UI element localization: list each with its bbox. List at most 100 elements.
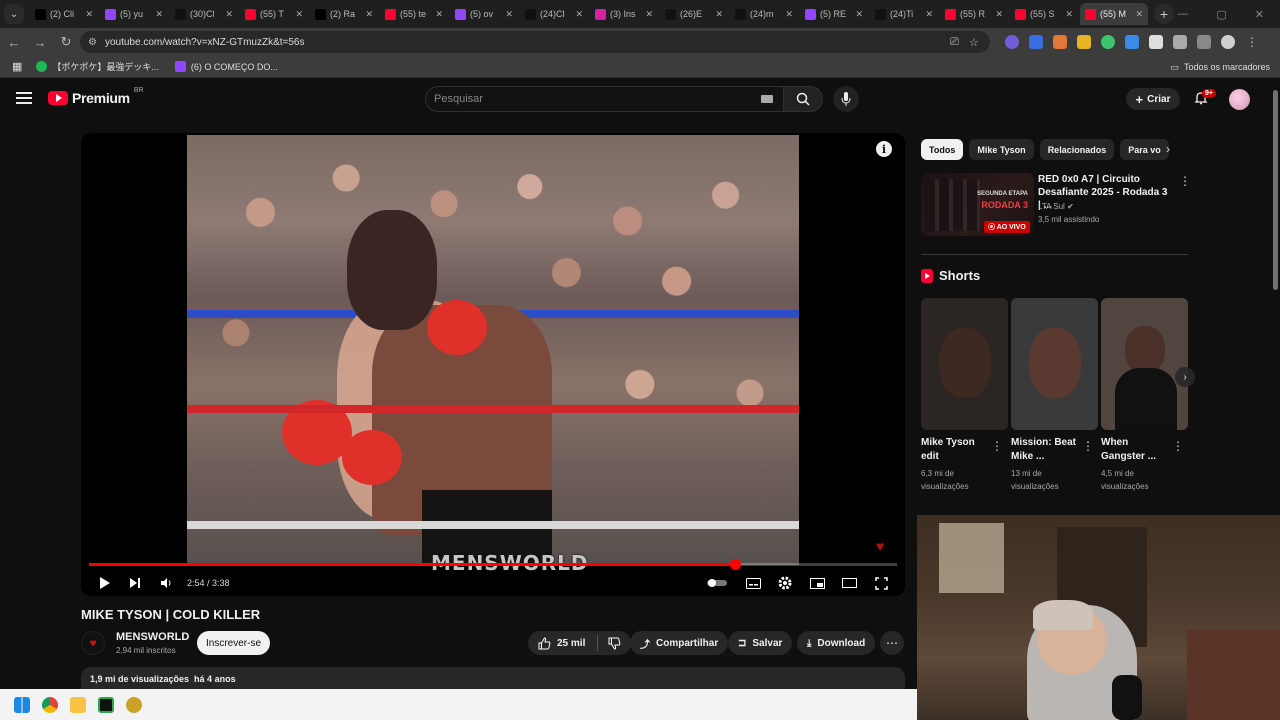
youtube-logo[interactable]: Premium BR — [48, 87, 144, 106]
recommended-menu-icon[interactable]: ⋮ — [1179, 174, 1191, 188]
install-app-icon[interactable]: ⎚ — [950, 36, 959, 49]
browser-tab[interactable]: (24)Ti ✕ — [870, 3, 938, 25]
thumbs-down-icon[interactable] — [608, 637, 621, 650]
maximize-icon[interactable]: ▢ — [1216, 8, 1226, 21]
tab-close-icon[interactable]: ✕ — [85, 9, 93, 20]
chip-mike-tyson[interactable]: Mike Tyson — [969, 139, 1034, 160]
browser-tab[interactable]: (55) R ✕ — [940, 3, 1008, 25]
browser-tab[interactable]: (5) yu ✕ — [100, 3, 168, 25]
shorts-next-icon[interactable]: › — [1175, 367, 1195, 387]
browser-tab[interactable]: (24)Cl ✕ — [520, 3, 588, 25]
play-icon[interactable] — [97, 574, 113, 592]
keyboard-icon[interactable] — [761, 95, 773, 103]
search-button[interactable] — [783, 86, 823, 112]
tab-close-icon[interactable]: ✕ — [645, 9, 653, 20]
voice-search-button[interactable] — [833, 86, 859, 112]
short-thumbnail[interactable] — [921, 298, 1008, 430]
tab-search-button[interactable]: ⌄ — [4, 4, 24, 24]
windows-start-icon[interactable] — [14, 696, 30, 713]
channel-watermark-icon[interactable]: ♥ — [876, 538, 884, 554]
browser-tab[interactable]: (2) Ra ✕ — [310, 3, 378, 25]
extension-icon[interactable] — [1125, 35, 1139, 49]
browser-tab[interactable]: (55) M ✕ — [1080, 3, 1148, 25]
browser-tab[interactable]: (55) T ✕ — [240, 3, 308, 25]
tab-close-icon[interactable]: ✕ — [855, 9, 863, 20]
info-icon[interactable]: i — [876, 141, 892, 157]
tab-close-icon[interactable]: ✕ — [1065, 9, 1073, 20]
theater-mode-icon[interactable] — [841, 574, 857, 592]
browser-tab[interactable]: (2) Cli ✕ — [30, 3, 98, 25]
browser-tab[interactable]: (24)m ✕ — [730, 3, 798, 25]
download-button[interactable]: ⤓ Download — [797, 631, 876, 655]
autoplay-toggle[interactable] — [707, 574, 729, 592]
share-button[interactable]: ⤴ Compartilhar — [630, 631, 729, 655]
hamburger-menu-icon[interactable] — [16, 92, 32, 104]
next-icon[interactable] — [127, 574, 143, 592]
browser-tab[interactable]: (5) ov ✕ — [450, 3, 518, 25]
tab-close-icon[interactable]: ✕ — [995, 9, 1003, 20]
site-info-icon[interactable]: ⚙ — [88, 37, 97, 48]
short-menu-icon[interactable]: ⋮ — [991, 439, 1003, 453]
short-menu-icon[interactable]: ⋮ — [1082, 439, 1094, 453]
file-explorer-icon[interactable] — [70, 696, 86, 713]
app-game-icon[interactable] — [126, 696, 142, 713]
forward-icon[interactable]: → — [28, 35, 52, 50]
browser-tab[interactable]: (3) Ins ✕ — [590, 3, 658, 25]
tab-close-icon[interactable]: ✕ — [365, 9, 373, 20]
apps-grid-icon[interactable]: ▦ — [12, 60, 22, 73]
tab-close-icon[interactable]: ✕ — [925, 9, 933, 20]
tab-close-icon[interactable]: ✕ — [505, 9, 513, 20]
browser-tab[interactable]: (5) RE ✕ — [800, 3, 868, 25]
extension-icon[interactable] — [1077, 35, 1091, 49]
user-avatar[interactable] — [1229, 89, 1250, 110]
chip-related[interactable]: Relacionados — [1039, 139, 1115, 160]
tab-close-icon[interactable]: ✕ — [435, 9, 443, 20]
menu-kebab-icon[interactable]: ⋮ — [1245, 35, 1259, 49]
short-thumbnail[interactable] — [1101, 298, 1188, 430]
extension-icon[interactable] — [1101, 35, 1115, 49]
settings-gear-icon[interactable] — [777, 574, 793, 592]
new-tab-button[interactable]: + — [1154, 4, 1174, 24]
subscribe-button[interactable]: Inscrever-se — [197, 631, 270, 655]
extension-icon[interactable] — [1053, 35, 1067, 49]
extension-icon[interactable] — [1005, 35, 1019, 49]
short-title[interactable]: Mike Tyson edit — [921, 436, 991, 464]
progress-bar[interactable] — [89, 559, 897, 570]
browser-tab[interactable]: (26)E ✕ — [660, 3, 728, 25]
minimize-icon[interactable]: — — [1177, 8, 1188, 20]
bookmark-item[interactable]: (6) O COMEÇO DO... — [174, 61, 278, 72]
chevron-right-icon[interactable]: › — [1166, 142, 1170, 156]
recommended-channel[interactable]: LTA Sul ✔ — [1038, 202, 1074, 211]
short-title[interactable]: When Gangster ... — [1101, 436, 1171, 464]
fullscreen-icon[interactable] — [873, 574, 889, 592]
tab-close-icon[interactable]: ✕ — [1135, 9, 1143, 20]
recommended-thumbnail[interactable]: SEGUNDA ETAPA RODADA 3 ⦿ AO VIVO — [921, 173, 1034, 236]
more-actions-button[interactable]: ⋯ — [880, 631, 904, 655]
short-menu-icon[interactable]: ⋮ — [1172, 439, 1184, 453]
bookmark-item[interactable]: 【ポケポケ】最強デッキ... — [36, 60, 159, 73]
extensions-puzzle-icon[interactable] — [1173, 35, 1187, 49]
tab-close-icon[interactable]: ✕ — [575, 9, 583, 20]
description-box[interactable]: 1,9 mi de visualizações há 4 anos — [81, 667, 905, 689]
extension-icon[interactable] — [1149, 35, 1163, 49]
volume-icon[interactable] — [159, 574, 173, 592]
browser-tab[interactable]: (55) te ✕ — [380, 3, 448, 25]
video-player[interactable]: MENSWORLD i ♥ 2:54 / 3:38 — [81, 133, 905, 596]
browser-tab[interactable]: (30)Cl ✕ — [170, 3, 238, 25]
short-title[interactable]: Mission: Beat Mike ... — [1011, 436, 1081, 464]
tab-close-icon[interactable]: ✕ — [225, 9, 233, 20]
search-input[interactable]: Pesquisar — [425, 86, 783, 112]
reading-list-icon[interactable] — [1197, 35, 1211, 49]
browser-tab[interactable]: (55) S ✕ — [1010, 3, 1078, 25]
app-green-icon[interactable] — [98, 696, 114, 713]
back-icon[interactable]: ← — [2, 35, 26, 50]
tab-close-icon[interactable]: ✕ — [155, 9, 163, 20]
page-scrollbar[interactable] — [1271, 78, 1280, 515]
short-thumbnail[interactable] — [1011, 298, 1098, 430]
bookmark-star-icon[interactable]: ☆ — [969, 36, 979, 49]
scrollbar-thumb[interactable] — [1273, 90, 1278, 290]
miniplayer-icon[interactable] — [809, 574, 825, 592]
save-button[interactable]: ⊐ Salvar — [728, 631, 793, 655]
tab-close-icon[interactable]: ✕ — [785, 9, 793, 20]
chip-all[interactable]: Todos — [921, 139, 964, 160]
